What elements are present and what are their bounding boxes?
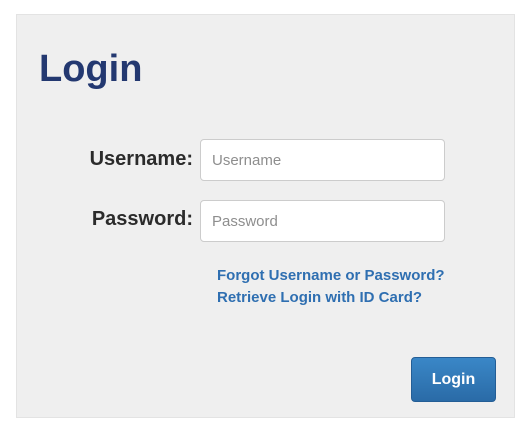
username-input[interactable] <box>200 139 445 181</box>
login-panel: Login Username: Password: Forgot Usernam… <box>16 14 515 418</box>
retrieve-login-id-card-link[interactable]: Retrieve Login with ID Card? <box>217 289 422 307</box>
login-button[interactable]: Login <box>411 357 496 402</box>
username-label: Username: <box>89 148 193 170</box>
password-input[interactable] <box>200 200 445 242</box>
page-title: Login <box>39 48 143 90</box>
forgot-credentials-link[interactable]: Forgot Username or Password? <box>217 267 445 285</box>
password-label: Password: <box>91 208 193 230</box>
